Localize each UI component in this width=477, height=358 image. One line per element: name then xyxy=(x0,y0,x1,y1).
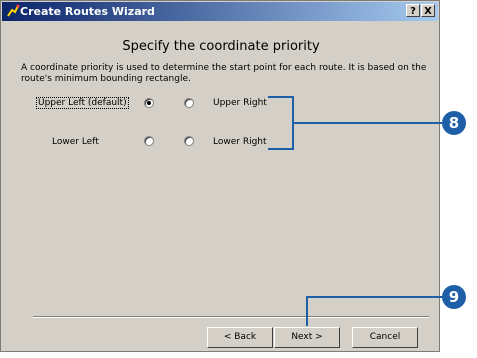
close-button[interactable]: X xyxy=(421,4,435,17)
callout-8-line xyxy=(292,122,442,124)
title-bar: Create Routes Wizard ? X xyxy=(2,2,438,21)
options-bracket xyxy=(268,96,294,150)
callout-9-line xyxy=(306,296,444,298)
callout-9-badge: 9 xyxy=(442,285,466,309)
description-text: A coordinate priority is used to determi… xyxy=(21,63,427,84)
upper-right-label[interactable]: Upper Right xyxy=(213,98,267,108)
callout-9-vertical-line xyxy=(306,296,308,326)
lower-left-radio[interactable] xyxy=(144,136,154,146)
route-wizard-icon xyxy=(7,4,20,17)
lower-right-radio[interactable] xyxy=(184,136,194,146)
back-button[interactable]: < Back xyxy=(207,327,273,348)
next-button[interactable]: Next > xyxy=(274,327,340,348)
upper-left-label[interactable]: Upper Left (default) xyxy=(36,97,129,109)
upper-left-radio[interactable] xyxy=(144,98,154,108)
callout-8-badge: 8 xyxy=(442,111,466,135)
radio-selected-dot xyxy=(147,101,151,105)
upper-right-radio[interactable] xyxy=(184,98,194,108)
page-heading: Specify the coordinate priority xyxy=(122,39,320,54)
button-separator xyxy=(33,316,429,318)
lower-right-label[interactable]: Lower Right xyxy=(213,137,267,147)
cancel-button[interactable]: Cancel xyxy=(352,327,418,348)
lower-left-label[interactable]: Lower Left xyxy=(52,137,99,147)
wizard-window: Create Routes Wizard ? X Specify the coo… xyxy=(0,0,440,352)
help-button[interactable]: ? xyxy=(406,4,420,17)
window-title: Create Routes Wizard xyxy=(20,5,155,18)
